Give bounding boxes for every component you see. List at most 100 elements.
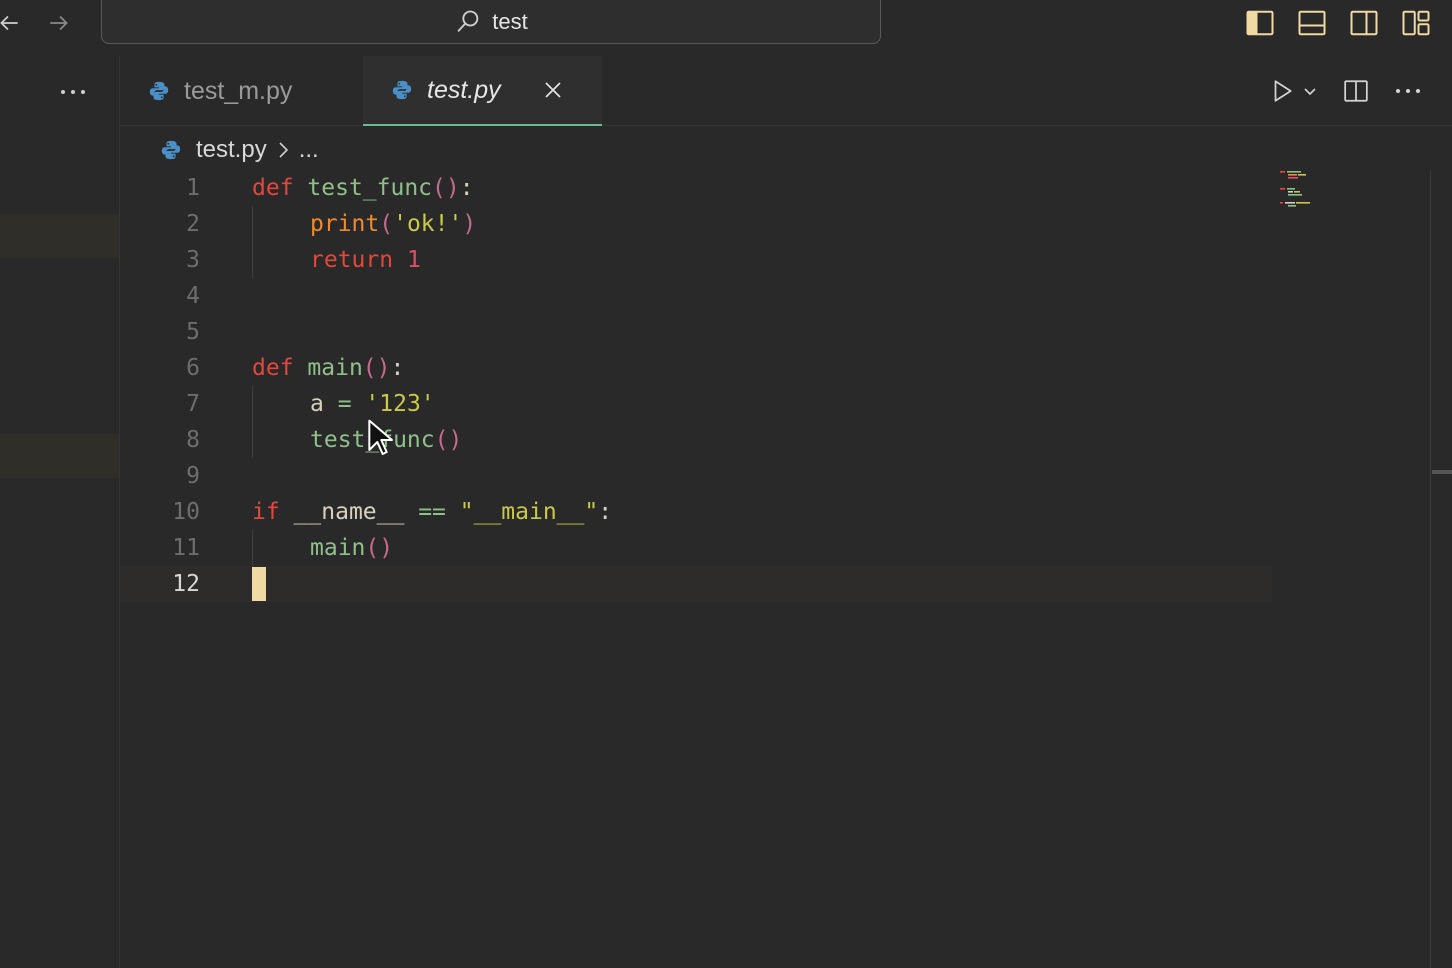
tab-bar: test_m.py test.py	[120, 56, 1452, 126]
back-button[interactable]	[0, 6, 24, 40]
code-token: :	[598, 499, 613, 525]
code-token: =	[337, 391, 352, 417]
code-token: main	[307, 355, 363, 381]
line-number: 5	[186, 319, 200, 345]
code-token: ()	[365, 535, 394, 561]
run-button[interactable]	[1265, 74, 1299, 108]
tab-label: test_m.py	[184, 76, 293, 105]
line-number: 3	[186, 247, 200, 273]
split-editor-button[interactable]	[1339, 74, 1373, 108]
breadcrumb-symbols[interactable]: ...	[299, 136, 319, 164]
close-icon	[545, 82, 561, 98]
code-token: print	[310, 211, 380, 237]
chevron-right-icon	[275, 140, 291, 160]
code-line[interactable]: 2 print('ok!')	[120, 206, 1272, 242]
code-text	[252, 566, 266, 602]
line-number: 9	[186, 463, 200, 489]
code-token: ()	[362, 355, 391, 381]
code-line[interactable]: 1 def test_func():	[120, 170, 1272, 206]
python-file-icon	[149, 81, 169, 101]
sidebar-highlight[interactable]	[0, 214, 119, 258]
code-line[interactable]: 6 def main():	[120, 350, 1272, 386]
tab-close-button[interactable]	[541, 78, 565, 102]
code-line[interactable]: 3 return 1	[120, 242, 1272, 278]
line-number: 6	[186, 355, 200, 381]
toggle-primary-sidebar-icon	[1246, 10, 1274, 36]
line-number: 10	[172, 499, 200, 525]
code-token: :	[459, 175, 474, 201]
minimap[interactable]	[1278, 168, 1338, 218]
toggle-primary-sidebar-button[interactable]	[1243, 6, 1277, 40]
code-token: test_func	[307, 175, 433, 201]
toggle-panel-icon	[1298, 10, 1326, 36]
text-cursor	[252, 567, 266, 601]
breadcrumb-file[interactable]: test.py	[196, 136, 267, 164]
code-token: if	[252, 499, 280, 525]
sidebar-highlight[interactable]	[0, 434, 119, 478]
search-text: test	[492, 8, 528, 34]
editor-actions	[1265, 56, 1425, 126]
chevron-down-icon	[1304, 88, 1316, 96]
code-token: "__main__"	[459, 499, 599, 525]
code-line[interactable]: 7 a = '123'	[120, 386, 1272, 422]
python-file-icon	[161, 140, 181, 160]
code-text: print('ok!')	[310, 206, 476, 242]
code-text: def test_func():	[252, 170, 474, 206]
code-text: a = '123'	[310, 386, 435, 422]
arrow-right-icon	[50, 15, 68, 31]
command-center-search[interactable]: test	[101, 0, 881, 44]
title-bar: test	[0, 0, 1452, 56]
run-dropdown-button[interactable]	[1299, 74, 1321, 108]
more-actions-icon	[1396, 89, 1420, 93]
tab-label: test.py	[427, 75, 501, 104]
search-icon	[457, 10, 479, 32]
scrollbar-marker	[1432, 470, 1452, 474]
code-line[interactable]: 5	[120, 314, 1272, 350]
sidebar-more-actions-button[interactable]	[56, 78, 90, 106]
code-token: :	[390, 355, 405, 381]
vertical-scrollbar[interactable]	[1430, 170, 1452, 968]
forward-button[interactable]	[44, 6, 74, 40]
code-text: def main():	[252, 350, 404, 386]
more-actions-button[interactable]	[1391, 74, 1425, 108]
breadcrumb: test.py ...	[160, 130, 319, 170]
toggle-secondary-sidebar-button[interactable]	[1347, 6, 1381, 40]
mouse-pointer-icon	[368, 419, 393, 455]
code-token: (	[379, 211, 394, 237]
sidebar	[0, 56, 120, 968]
code-line[interactable]: 4	[120, 278, 1272, 314]
indent-guide	[252, 242, 253, 278]
line-number: 11	[172, 535, 200, 561]
code-line[interactable]: 11 main()	[120, 530, 1272, 566]
code-line[interactable]: 12	[120, 566, 1272, 602]
customize-layout-button[interactable]	[1399, 6, 1433, 40]
code-line[interactable]: 9	[120, 458, 1272, 494]
code-token: a	[310, 391, 338, 417]
indent-guide	[252, 530, 253, 566]
code-token: main	[310, 535, 366, 561]
indent-guide	[252, 386, 253, 422]
python-file-icon	[392, 80, 412, 100]
code-token: '123'	[365, 391, 435, 417]
code-token: ()	[432, 175, 460, 201]
code-token: ()	[434, 427, 463, 453]
code-text: main()	[310, 530, 393, 566]
code-line[interactable]: 8test_func()	[120, 422, 1272, 458]
line-number: 7	[186, 391, 200, 417]
code-text: if __name__ == "__main__":	[252, 494, 612, 530]
toggle-panel-button[interactable]	[1295, 6, 1329, 40]
run-icon	[1274, 80, 1292, 102]
tab-test-m-py[interactable]: test_m.py	[148, 56, 362, 126]
code-token: def	[252, 175, 294, 201]
code-line[interactable]: 10 if __name__ == "__main__":	[120, 494, 1272, 530]
line-number: 12	[172, 571, 200, 597]
line-number: 2	[186, 211, 200, 237]
more-actions-icon	[61, 90, 85, 94]
line-number: 4	[186, 283, 200, 309]
line-number: 8	[186, 427, 200, 453]
tab-test-py[interactable]: test.py	[363, 56, 602, 126]
